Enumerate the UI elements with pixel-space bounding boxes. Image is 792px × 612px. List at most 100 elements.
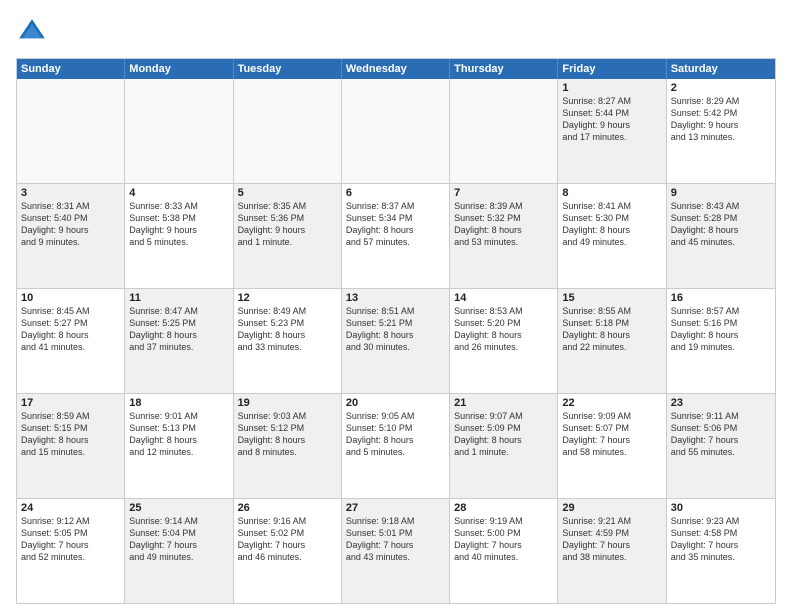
logo-icon: [16, 16, 48, 48]
day-number: 16: [671, 292, 771, 304]
day-number: 27: [346, 502, 445, 514]
calendar-cell-27: 27Sunrise: 9:18 AM Sunset: 5:01 PM Dayli…: [342, 499, 450, 603]
day-number: 13: [346, 292, 445, 304]
calendar-cell-25: 25Sunrise: 9:14 AM Sunset: 5:04 PM Dayli…: [125, 499, 233, 603]
cell-info: Sunrise: 9:09 AM Sunset: 5:07 PM Dayligh…: [562, 410, 661, 459]
calendar-cell-19: 19Sunrise: 9:03 AM Sunset: 5:12 PM Dayli…: [234, 394, 342, 498]
calendar-cell-16: 16Sunrise: 8:57 AM Sunset: 5:16 PM Dayli…: [667, 289, 775, 393]
header-day-thursday: Thursday: [450, 59, 558, 79]
page-header: [16, 16, 776, 48]
cell-info: Sunrise: 9:11 AM Sunset: 5:06 PM Dayligh…: [671, 410, 771, 459]
day-number: 5: [238, 187, 337, 199]
cell-info: Sunrise: 8:53 AM Sunset: 5:20 PM Dayligh…: [454, 305, 553, 354]
day-number: 4: [129, 187, 228, 199]
cell-info: Sunrise: 9:19 AM Sunset: 5:00 PM Dayligh…: [454, 515, 553, 564]
day-number: 26: [238, 502, 337, 514]
calendar-cell-18: 18Sunrise: 9:01 AM Sunset: 5:13 PM Dayli…: [125, 394, 233, 498]
cell-info: Sunrise: 9:21 AM Sunset: 4:59 PM Dayligh…: [562, 515, 661, 564]
calendar-cell-13: 13Sunrise: 8:51 AM Sunset: 5:21 PM Dayli…: [342, 289, 450, 393]
calendar: SundayMondayTuesdayWednesdayThursdayFrid…: [16, 58, 776, 604]
cell-info: Sunrise: 8:59 AM Sunset: 5:15 PM Dayligh…: [21, 410, 120, 459]
cell-info: Sunrise: 8:39 AM Sunset: 5:32 PM Dayligh…: [454, 200, 553, 249]
cell-info: Sunrise: 9:03 AM Sunset: 5:12 PM Dayligh…: [238, 410, 337, 459]
calendar-cell-24: 24Sunrise: 9:12 AM Sunset: 5:05 PM Dayli…: [17, 499, 125, 603]
calendar-cell-22: 22Sunrise: 9:09 AM Sunset: 5:07 PM Dayli…: [558, 394, 666, 498]
calendar-cell-28: 28Sunrise: 9:19 AM Sunset: 5:00 PM Dayli…: [450, 499, 558, 603]
cell-info: Sunrise: 9:16 AM Sunset: 5:02 PM Dayligh…: [238, 515, 337, 564]
calendar-cell-empty-0-3: [342, 79, 450, 183]
day-number: 11: [129, 292, 228, 304]
calendar-row-4: 24Sunrise: 9:12 AM Sunset: 5:05 PM Dayli…: [17, 498, 775, 603]
cell-info: Sunrise: 9:14 AM Sunset: 5:04 PM Dayligh…: [129, 515, 228, 564]
day-number: 2: [671, 82, 771, 94]
calendar-header: SundayMondayTuesdayWednesdayThursdayFrid…: [17, 59, 775, 79]
cell-info: Sunrise: 8:47 AM Sunset: 5:25 PM Dayligh…: [129, 305, 228, 354]
calendar-cell-7: 7Sunrise: 8:39 AM Sunset: 5:32 PM Daylig…: [450, 184, 558, 288]
cell-info: Sunrise: 8:41 AM Sunset: 5:30 PM Dayligh…: [562, 200, 661, 249]
calendar-row-2: 10Sunrise: 8:45 AM Sunset: 5:27 PM Dayli…: [17, 288, 775, 393]
calendar-row-0: 1Sunrise: 8:27 AM Sunset: 5:44 PM Daylig…: [17, 79, 775, 183]
calendar-cell-5: 5Sunrise: 8:35 AM Sunset: 5:36 PM Daylig…: [234, 184, 342, 288]
cell-info: Sunrise: 8:49 AM Sunset: 5:23 PM Dayligh…: [238, 305, 337, 354]
logo: [16, 16, 52, 48]
calendar-cell-10: 10Sunrise: 8:45 AM Sunset: 5:27 PM Dayli…: [17, 289, 125, 393]
cell-info: Sunrise: 8:33 AM Sunset: 5:38 PM Dayligh…: [129, 200, 228, 249]
day-number: 19: [238, 397, 337, 409]
cell-info: Sunrise: 8:55 AM Sunset: 5:18 PM Dayligh…: [562, 305, 661, 354]
cell-info: Sunrise: 9:07 AM Sunset: 5:09 PM Dayligh…: [454, 410, 553, 459]
cell-info: Sunrise: 8:43 AM Sunset: 5:28 PM Dayligh…: [671, 200, 771, 249]
calendar-cell-21: 21Sunrise: 9:07 AM Sunset: 5:09 PM Dayli…: [450, 394, 558, 498]
calendar-cell-29: 29Sunrise: 9:21 AM Sunset: 4:59 PM Dayli…: [558, 499, 666, 603]
cell-info: Sunrise: 8:51 AM Sunset: 5:21 PM Dayligh…: [346, 305, 445, 354]
cell-info: Sunrise: 8:35 AM Sunset: 5:36 PM Dayligh…: [238, 200, 337, 249]
calendar-cell-8: 8Sunrise: 8:41 AM Sunset: 5:30 PM Daylig…: [558, 184, 666, 288]
calendar-cell-12: 12Sunrise: 8:49 AM Sunset: 5:23 PM Dayli…: [234, 289, 342, 393]
calendar-cell-4: 4Sunrise: 8:33 AM Sunset: 5:38 PM Daylig…: [125, 184, 233, 288]
header-day-tuesday: Tuesday: [234, 59, 342, 79]
day-number: 15: [562, 292, 661, 304]
day-number: 9: [671, 187, 771, 199]
cell-info: Sunrise: 9:05 AM Sunset: 5:10 PM Dayligh…: [346, 410, 445, 459]
header-day-friday: Friday: [558, 59, 666, 79]
page: SundayMondayTuesdayWednesdayThursdayFrid…: [0, 0, 792, 612]
calendar-cell-14: 14Sunrise: 8:53 AM Sunset: 5:20 PM Dayli…: [450, 289, 558, 393]
cell-info: Sunrise: 8:57 AM Sunset: 5:16 PM Dayligh…: [671, 305, 771, 354]
cell-info: Sunrise: 9:12 AM Sunset: 5:05 PM Dayligh…: [21, 515, 120, 564]
header-day-sunday: Sunday: [17, 59, 125, 79]
day-number: 7: [454, 187, 553, 199]
cell-info: Sunrise: 8:45 AM Sunset: 5:27 PM Dayligh…: [21, 305, 120, 354]
cell-info: Sunrise: 8:37 AM Sunset: 5:34 PM Dayligh…: [346, 200, 445, 249]
calendar-cell-9: 9Sunrise: 8:43 AM Sunset: 5:28 PM Daylig…: [667, 184, 775, 288]
calendar-cell-empty-0-0: [17, 79, 125, 183]
calendar-cell-15: 15Sunrise: 8:55 AM Sunset: 5:18 PM Dayli…: [558, 289, 666, 393]
day-number: 1: [562, 82, 661, 94]
calendar-cell-empty-0-1: [125, 79, 233, 183]
day-number: 14: [454, 292, 553, 304]
calendar-cell-1: 1Sunrise: 8:27 AM Sunset: 5:44 PM Daylig…: [558, 79, 666, 183]
calendar-cell-empty-0-2: [234, 79, 342, 183]
day-number: 6: [346, 187, 445, 199]
calendar-cell-empty-0-4: [450, 79, 558, 183]
calendar-cell-11: 11Sunrise: 8:47 AM Sunset: 5:25 PM Dayli…: [125, 289, 233, 393]
day-number: 24: [21, 502, 120, 514]
calendar-body: 1Sunrise: 8:27 AM Sunset: 5:44 PM Daylig…: [17, 79, 775, 603]
day-number: 3: [21, 187, 120, 199]
calendar-row-3: 17Sunrise: 8:59 AM Sunset: 5:15 PM Dayli…: [17, 393, 775, 498]
day-number: 30: [671, 502, 771, 514]
calendar-cell-3: 3Sunrise: 8:31 AM Sunset: 5:40 PM Daylig…: [17, 184, 125, 288]
header-day-saturday: Saturday: [667, 59, 775, 79]
calendar-row-1: 3Sunrise: 8:31 AM Sunset: 5:40 PM Daylig…: [17, 183, 775, 288]
calendar-cell-26: 26Sunrise: 9:16 AM Sunset: 5:02 PM Dayli…: [234, 499, 342, 603]
cell-info: Sunrise: 9:01 AM Sunset: 5:13 PM Dayligh…: [129, 410, 228, 459]
day-number: 17: [21, 397, 120, 409]
day-number: 23: [671, 397, 771, 409]
cell-info: Sunrise: 8:31 AM Sunset: 5:40 PM Dayligh…: [21, 200, 120, 249]
day-number: 29: [562, 502, 661, 514]
calendar-cell-23: 23Sunrise: 9:11 AM Sunset: 5:06 PM Dayli…: [667, 394, 775, 498]
calendar-cell-2: 2Sunrise: 8:29 AM Sunset: 5:42 PM Daylig…: [667, 79, 775, 183]
day-number: 10: [21, 292, 120, 304]
day-number: 28: [454, 502, 553, 514]
day-number: 12: [238, 292, 337, 304]
cell-info: Sunrise: 8:27 AM Sunset: 5:44 PM Dayligh…: [562, 95, 661, 144]
calendar-cell-6: 6Sunrise: 8:37 AM Sunset: 5:34 PM Daylig…: [342, 184, 450, 288]
